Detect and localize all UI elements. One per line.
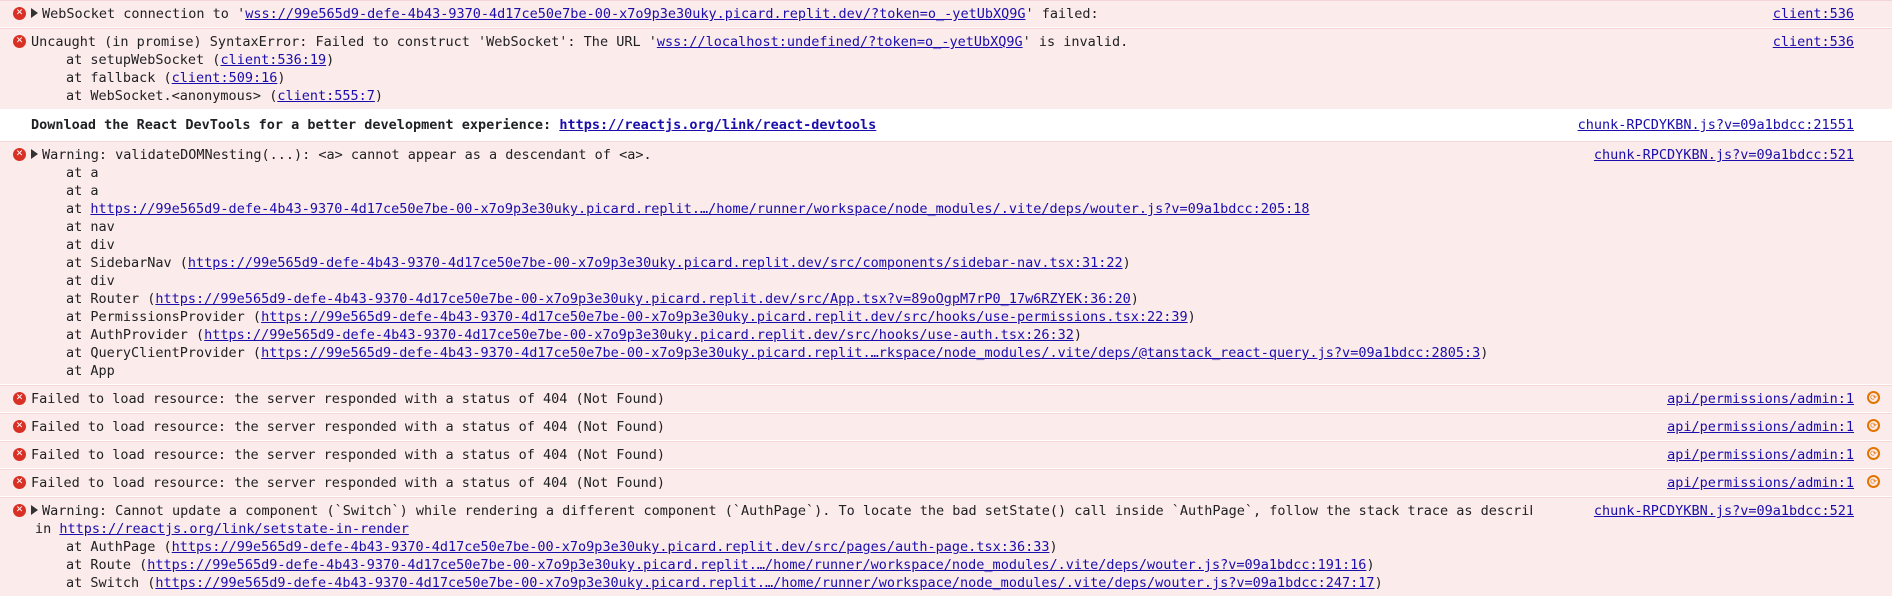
console-message-404: ✕ Failed to load resource: the server re… [0, 413, 1892, 441]
error-circle-icon: ✕ [13, 35, 26, 48]
message-text-prefix: WebSocket connection to ' [42, 6, 246, 22]
source-link[interactable]: api/permissions/admin:1 [1667, 418, 1854, 436]
stack-frame-link[interactable]: https://99e565d9-defe-4b43-9370-4d17ce50… [155, 291, 1130, 307]
stack-frame-link[interactable]: https://99e565d9-defe-4b43-9370-4d17ce50… [90, 201, 1309, 217]
message-text: Warning: Cannot update a component (`Swi… [42, 503, 1532, 519]
message-text: Failed to load resource: the server resp… [31, 475, 665, 491]
message-text: Failed to load resource: the server resp… [31, 391, 665, 407]
stack-frame: at WebSocket.<anonymous> (client:555:7) [66, 88, 384, 104]
stack-frame: at a [66, 165, 99, 181]
source-link[interactable]: api/permissions/admin:1 [1667, 474, 1854, 492]
network-request-icon[interactable]: ⟳ [1867, 475, 1880, 488]
console-message-websocket-failed[interactable]: ✕ WebSocket connection to 'wss://99e565d… [0, 0, 1892, 28]
stack-frame-link[interactable]: https://99e565d9-defe-4b43-9370-4d17ce50… [147, 557, 1366, 573]
console-message-syntax-error: ✕ Uncaught (in promise) SyntaxError: Fai… [0, 28, 1892, 110]
network-request-icon[interactable]: ⟳ [1867, 447, 1880, 460]
stack-frame: at AuthPage (https://99e565d9-defe-4b43-… [66, 539, 1058, 555]
stack-frame: at PermissionsProvider (https://99e565d9… [66, 309, 1196, 325]
stack-frame: at Switch (https://99e565d9-defe-4b43-93… [66, 575, 1383, 591]
stack-frame: at div [66, 273, 115, 289]
stack-frame: at App [66, 363, 115, 379]
source-link[interactable]: api/permissions/admin:1 [1667, 390, 1854, 408]
console-message-404: ✕ Failed to load resource: the server re… [0, 441, 1892, 469]
devtools-link[interactable]: https://reactjs.org/link/react-devtools [559, 117, 876, 133]
message-text-prefix: Uncaught (in promise) SyntaxError: Faile… [31, 34, 657, 50]
error-circle-icon: ✕ [13, 504, 26, 517]
message-text: Warning: validateDOMNesting(...): <a> ca… [42, 147, 652, 163]
console-message-switch-warning: ✕ Warning: Cannot update a component (`S… [0, 497, 1892, 597]
stack-frame: at SidebarNav (https://99e565d9-defe-4b4… [66, 255, 1131, 271]
error-circle-icon: ✕ [13, 448, 26, 461]
stack-frame-link[interactable]: https://99e565d9-defe-4b43-9370-4d17ce50… [261, 345, 1480, 361]
stack-frame: at AuthProvider (https://99e565d9-defe-4… [66, 327, 1082, 343]
stack-frame-link[interactable]: https://99e565d9-defe-4b43-9370-4d17ce50… [261, 309, 1188, 325]
stack-frame-link[interactable]: https://99e565d9-defe-4b43-9370-4d17ce50… [155, 575, 1374, 591]
stack-frame-link[interactable]: https://99e565d9-defe-4b43-9370-4d17ce50… [188, 255, 1123, 271]
source-link[interactable]: client:536 [1773, 5, 1854, 23]
source-link[interactable]: client:536 [1773, 33, 1854, 51]
error-circle-icon: ✕ [13, 476, 26, 489]
network-request-icon[interactable]: ⟳ [1867, 419, 1880, 432]
stack-frame-link[interactable]: client:509:16 [172, 70, 278, 86]
console-message-404: ✕ Failed to load resource: the server re… [0, 385, 1892, 413]
console-message-devtools-info: Download the React DevTools for a better… [0, 110, 1892, 141]
message-text-suffix: ' failed: [1025, 6, 1099, 22]
source-link[interactable]: chunk-RPCDYKBN.js?v=09a1bdcc:21551 [1578, 116, 1854, 134]
stack-frame: at fallback (client:509:16) [66, 70, 286, 86]
message-text: Failed to load resource: the server resp… [31, 447, 665, 463]
devtools-console: ✕ WebSocket connection to 'wss://99e565d… [0, 0, 1892, 597]
error-circle-icon: ✕ [13, 148, 26, 161]
message-text: Failed to load resource: the server resp… [31, 419, 665, 435]
stack-frame: at QueryClientProvider (https://99e565d9… [66, 345, 1489, 361]
message-text-suffix: ' is invalid. [1022, 34, 1129, 50]
stack-frame: at Route (https://99e565d9-defe-4b43-937… [66, 557, 1375, 573]
network-request-icon[interactable]: ⟳ [1867, 391, 1880, 404]
stack-frame-link[interactable]: client:555:7 [277, 88, 375, 104]
stack-frame: at div [66, 237, 115, 253]
message-text: Download the React DevTools for a better… [31, 117, 560, 133]
error-circle-icon: ✕ [13, 392, 26, 405]
setstate-in-render-link[interactable]: https://reactjs.org/link/setstate-in-ren… [59, 521, 409, 537]
stack-frame-link[interactable]: https://99e565d9-defe-4b43-9370-4d17ce50… [172, 539, 1050, 555]
websocket-url-link[interactable]: wss://localhost:undefined/?token=o_-yetU… [657, 34, 1023, 50]
error-circle-icon: ✕ [13, 420, 26, 433]
stack-frame: at Router (https://99e565d9-defe-4b43-93… [66, 291, 1139, 307]
stack-frame-link[interactable]: https://99e565d9-defe-4b43-9370-4d17ce50… [204, 327, 1074, 343]
stack-frame: at setupWebSocket (client:536:19) [66, 52, 335, 68]
console-message-dom-nesting: ✕ Warning: validateDOMNesting(...): <a> … [0, 141, 1892, 385]
stack-frame: at nav [66, 219, 115, 235]
source-link[interactable]: api/permissions/admin:1 [1667, 446, 1854, 464]
stack-frame-link[interactable]: client:536:19 [220, 52, 326, 68]
expand-triangle-icon[interactable] [31, 8, 38, 18]
stack-frame: at https://99e565d9-defe-4b43-9370-4d17c… [66, 201, 1310, 217]
expand-triangle-icon[interactable] [31, 149, 38, 159]
error-circle-icon: ✕ [13, 7, 26, 20]
console-message-404: ✕ Failed to load resource: the server re… [0, 469, 1892, 497]
source-link[interactable]: chunk-RPCDYKBN.js?v=09a1bdcc:521 [1594, 146, 1854, 164]
expand-triangle-icon[interactable] [31, 505, 38, 515]
source-link[interactable]: chunk-RPCDYKBN.js?v=09a1bdcc:521 [1594, 502, 1854, 520]
stack-frame: at a [66, 183, 99, 199]
websocket-url-link[interactable]: wss://99e565d9-defe-4b43-9370-4d17ce50e7… [245, 6, 1025, 22]
